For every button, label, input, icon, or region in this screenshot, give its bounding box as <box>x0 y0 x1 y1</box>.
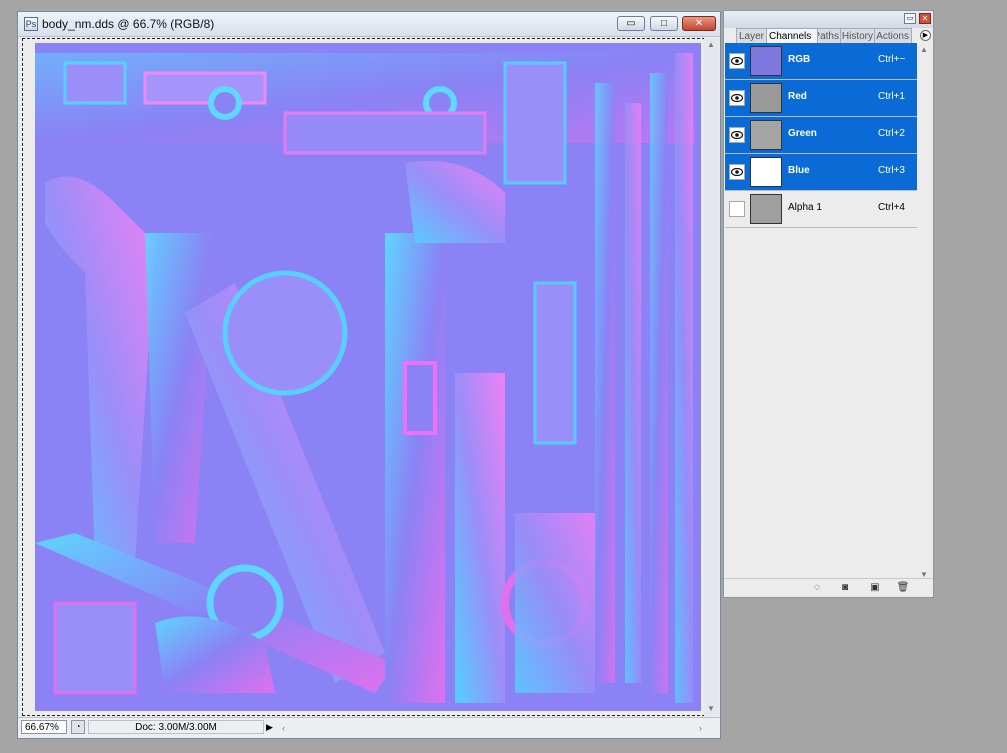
channel-thumbnail <box>750 83 782 113</box>
minimize-button[interactable]: ▭ <box>617 16 645 31</box>
vertical-scrollbar[interactable]: ▲ ▼ <box>704 38 718 716</box>
status-bar: 66.67% ◔ Doc: 3.00M/3.00M ▶ ‹ › <box>18 717 720 738</box>
channel-name: Green <box>788 128 817 139</box>
channel-name: Alpha 1 <box>788 202 822 213</box>
palette-footer: ◌ ◙ ▣ 🗑 <box>724 578 933 597</box>
channel-shortcut: Ctrl+4 <box>878 202 905 213</box>
channel-name: Red <box>788 91 807 102</box>
channel-thumbnail <box>750 194 782 224</box>
load-selection-icon[interactable]: ◌ <box>810 581 824 595</box>
channel-name: Blue <box>788 165 810 176</box>
scroll-up-arrow-icon[interactable]: ▲ <box>920 45 928 54</box>
normal-map-image <box>35 43 701 711</box>
channel-row-red[interactable]: Red Ctrl+1 <box>725 80 917 117</box>
channel-list: RGB Ctrl+~ Red Ctrl+1 Green Ctrl+2 Blue Ctrl+3 A… <box>725 43 917 573</box>
channel-list-scrollbar[interactable]: ▲ ▼ <box>918 43 932 581</box>
channel-row-alpha-1[interactable]: Alpha 1 Ctrl+4 <box>725 191 917 228</box>
tab-actions[interactable]: Actions <box>874 28 912 43</box>
horizontal-scrollbar[interactable]: ‹ › <box>280 721 704 735</box>
channel-thumbnail <box>750 157 782 187</box>
tab-history[interactable]: History <box>840 28 876 43</box>
channel-row-rgb[interactable]: RGB Ctrl+~ <box>725 43 917 80</box>
new-channel-icon[interactable]: ▣ <box>868 581 882 595</box>
visibility-eye-icon[interactable] <box>729 127 745 143</box>
scroll-left-arrow-icon[interactable]: ‹ <box>282 721 285 735</box>
status-info-icon[interactable]: ◔ <box>71 720 85 734</box>
status-menu-arrow-icon[interactable]: ▶ <box>266 721 276 733</box>
canvas-frame <box>22 38 705 716</box>
image-canvas[interactable] <box>35 43 701 711</box>
channels-palette[interactable]: ▭ ✕ Layer Channels Paths History Actions… <box>723 10 934 598</box>
tab-layers[interactable]: Layer <box>736 28 768 43</box>
channel-thumbnail <box>750 120 782 150</box>
channel-shortcut: Ctrl+2 <box>878 128 905 139</box>
palette-menu-button[interactable]: ▶ <box>920 30 931 41</box>
channel-shortcut: Ctrl+1 <box>878 91 905 102</box>
visibility-eye-icon[interactable] <box>729 201 745 217</box>
visibility-eye-icon[interactable] <box>729 164 745 180</box>
document-window[interactable]: Ps body_nm.dds @ 66.7% (RGB/8) ▭ □ ✕ ▲ ▼… <box>17 11 721 739</box>
palette-minimize-button[interactable]: ▭ <box>904 13 916 24</box>
palette-title-bar[interactable]: ▭ ✕ <box>724 11 933 28</box>
palette-tabs: Layer Channels Paths History Actions <box>726 28 931 43</box>
document-title: body_nm.dds @ 66.7% (RGB/8) <box>42 17 215 31</box>
channel-name: RGB <box>788 54 811 65</box>
tab-channels[interactable]: Channels <box>766 28 818 43</box>
palette-close-button[interactable]: ✕ <box>919 13 931 24</box>
channel-shortcut: Ctrl+~ <box>878 54 906 65</box>
scroll-down-arrow-icon[interactable]: ▼ <box>706 704 716 714</box>
channel-thumbnail <box>750 46 782 76</box>
scroll-up-arrow-icon[interactable]: ▲ <box>706 40 716 50</box>
delete-channel-icon[interactable]: 🗑 <box>896 581 910 595</box>
photoshop-document-icon: Ps <box>24 17 38 31</box>
channel-row-blue[interactable]: Blue Ctrl+3 <box>725 154 917 191</box>
save-selection-icon[interactable]: ◙ <box>838 581 852 595</box>
document-title-bar[interactable]: Ps body_nm.dds @ 66.7% (RGB/8) ▭ □ ✕ <box>18 12 720 37</box>
close-button[interactable]: ✕ <box>682 16 716 31</box>
channel-row-green[interactable]: Green Ctrl+2 <box>725 117 917 154</box>
zoom-level-field[interactable]: 66.67% <box>21 720 67 734</box>
visibility-eye-icon[interactable] <box>729 53 745 69</box>
channel-shortcut: Ctrl+3 <box>878 165 905 176</box>
scroll-right-arrow-icon[interactable]: › <box>699 721 702 735</box>
document-size-readout: Doc: 3.00M/3.00M <box>88 720 264 734</box>
visibility-eye-icon[interactable] <box>729 90 745 106</box>
maximize-button[interactable]: □ <box>650 16 678 31</box>
